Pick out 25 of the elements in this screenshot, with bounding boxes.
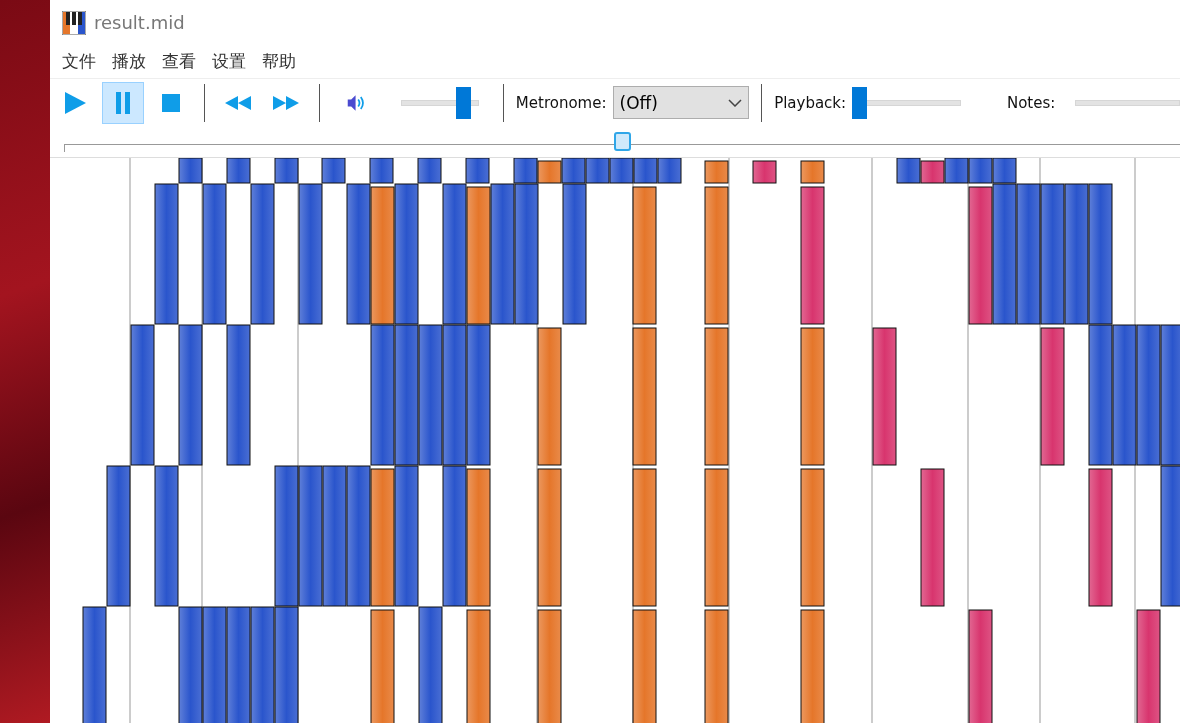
fast-forward-icon	[273, 95, 300, 110]
playback-thumb[interactable]	[852, 86, 868, 119]
playback-slider[interactable]	[852, 86, 961, 119]
piano-icon	[62, 10, 86, 35]
notes-track[interactable]	[1075, 99, 1180, 106]
position-thumb[interactable]	[614, 131, 631, 151]
notes-label: Notes:	[1006, 93, 1056, 112]
chevron-down-icon	[728, 98, 743, 107]
pause-button[interactable]	[102, 81, 145, 124]
menu-item[interactable]: 播放	[106, 50, 152, 73]
menu-item[interactable]: 设置	[206, 50, 252, 73]
playback-label: Playback:	[774, 93, 847, 112]
metronome-label: Metronome:	[515, 93, 607, 112]
stop-icon	[162, 93, 181, 112]
rewind-icon	[225, 95, 252, 110]
metronome-dropdown[interactable]: (Off)	[612, 86, 750, 119]
menu-item[interactable]: 查看	[156, 50, 202, 73]
volume-thumb[interactable]	[456, 86, 472, 119]
pause-icon	[115, 91, 132, 114]
menu-item[interactable]: 文件	[56, 50, 102, 73]
play-icon	[63, 90, 87, 115]
position-slider[interactable]	[64, 131, 1180, 152]
volume-slider[interactable]	[400, 86, 479, 119]
window-title: result.mid	[94, 12, 185, 33]
menu-item[interactable]: 帮助	[256, 50, 302, 73]
